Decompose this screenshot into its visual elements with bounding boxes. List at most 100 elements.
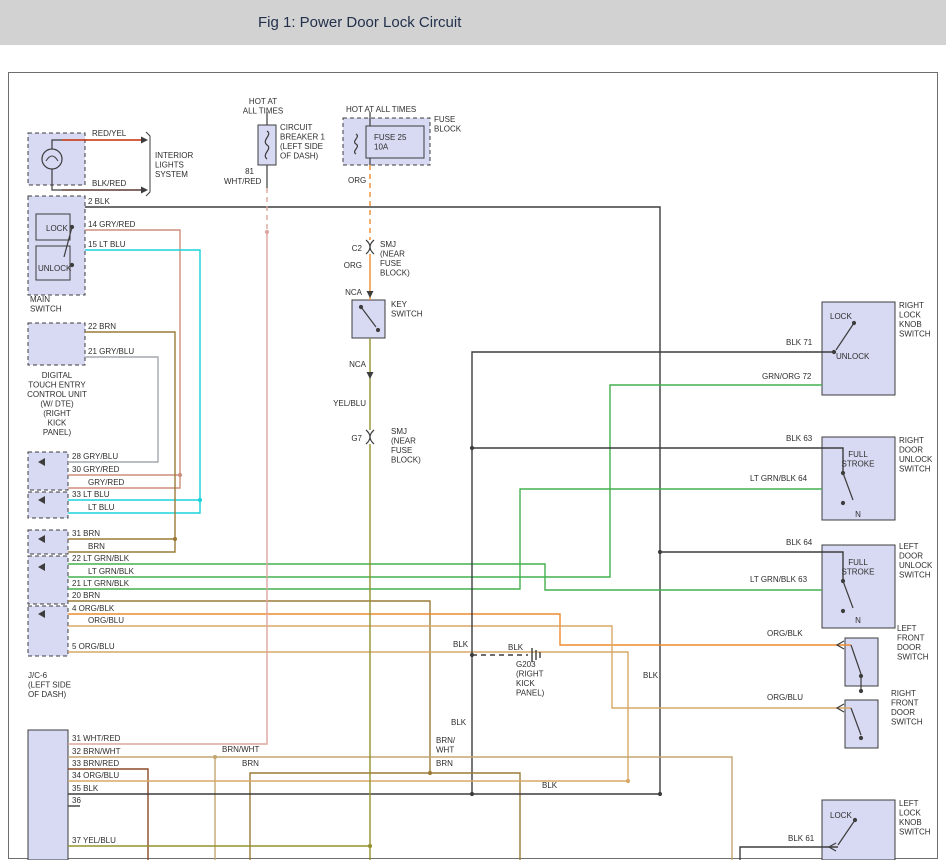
- lt-grn-blk-63-label: LT GRN/BLK 63: [750, 575, 808, 584]
- pin-org-blu: ORG/BLU: [88, 616, 124, 625]
- left-lock-knob-switch-box: [822, 800, 895, 860]
- diagram-border: [9, 73, 938, 859]
- junction-dot: [859, 689, 863, 693]
- blk-vertical-label: BLK: [451, 718, 467, 727]
- pin-brn: BRN: [88, 542, 105, 551]
- blk-ground-label-1: BLK: [453, 640, 469, 649]
- junction-dot: [213, 755, 217, 759]
- pin-35-blk: 35 BLK: [72, 784, 99, 793]
- pin-36: 36: [72, 796, 81, 805]
- junction-dot: [70, 225, 74, 229]
- brn-wht-label-2: BRN/WHT: [436, 736, 456, 755]
- brn-label-2: BRN: [436, 759, 453, 768]
- main-switch-contact-box-2: [36, 246, 70, 280]
- junction-dot: [376, 328, 380, 332]
- pin-22-lt-grn-blk: 22 LT GRN/BLK: [72, 554, 130, 563]
- blk-61-label: BLK 61: [788, 834, 815, 843]
- pin-31-wht-red: 31 WHT/RED: [72, 734, 121, 743]
- key-switch-box: [352, 300, 385, 338]
- pin-22-brn: 22 BRN: [88, 322, 116, 331]
- brn-label-1: BRN: [242, 759, 259, 768]
- jc6-box-4: [28, 556, 68, 604]
- jc6-box-3: [28, 530, 68, 554]
- pin-2-blk: 2 BLK: [88, 197, 110, 206]
- pin-32-brn-wht: 32 BRN/WHT: [72, 747, 121, 756]
- lock-label-1: LOCK: [46, 224, 68, 233]
- jc6-box-1: [28, 452, 68, 490]
- junction-dot: [428, 771, 432, 775]
- nca-label-1: NCA: [345, 288, 363, 297]
- pin-31-brn: 31 BRN: [72, 529, 100, 538]
- junction-dot: [470, 653, 474, 657]
- grn-org-72-label: GRN/ORG 72: [762, 372, 812, 381]
- dte-box: [28, 323, 85, 365]
- nca-label-2: NCA: [349, 360, 367, 369]
- junction-dot: [853, 818, 857, 822]
- blk-71-label: BLK 71: [786, 338, 813, 347]
- pin-5-org-blu: 5 ORG/BLU: [72, 642, 115, 651]
- org-label-2: ORG: [344, 261, 362, 270]
- unlock-label-1: UNLOCK: [38, 264, 72, 273]
- c2-label: C2: [352, 244, 363, 253]
- junction-dot: [832, 350, 836, 354]
- diagram-layer: HOT ATALL TIMESCIRCUITBREAKER 1(LEFT SID…: [9, 73, 938, 860]
- pin-gry-red: GRY/RED: [88, 478, 125, 487]
- junction-dot: [658, 550, 662, 554]
- junction-dot: [359, 305, 363, 309]
- pin-33-brn-red: 33 BRN/RED: [72, 759, 119, 768]
- junction-dot: [198, 498, 202, 502]
- g7-label: G7: [351, 434, 362, 443]
- figure-page: Fig 1: Power Door Lock Circuit HOT ATALL…: [0, 0, 946, 860]
- red-yel-label: RED/YEL: [92, 129, 127, 138]
- pin-37-yel-blu: 37 YEL/BLU: [72, 836, 116, 845]
- blk-ground-label-2: BLK: [508, 643, 524, 652]
- n-label-2: N: [855, 616, 861, 625]
- brn-wht-label-1: BRN/WHT: [222, 745, 259, 754]
- pin-20-brn: 20 BRN: [72, 591, 100, 600]
- blk-64-label: BLK 64: [786, 538, 813, 547]
- junction-dot: [178, 473, 182, 477]
- pin-lt-blu: LT BLU: [88, 503, 115, 512]
- lock-label-3: LOCK: [830, 811, 852, 820]
- junction-dot: [859, 674, 863, 678]
- right-front-door-switch-box: [845, 700, 878, 748]
- n-label-1: N: [855, 510, 861, 519]
- junction-dot: [852, 321, 856, 325]
- pin-15-lt-blu: 15 LT BLU: [88, 240, 126, 249]
- lock-label-2: LOCK: [830, 312, 852, 321]
- wiring-diagram: HOT ATALL TIMESCIRCUITBREAKER 1(LEFT SID…: [0, 0, 946, 860]
- junction-dot: [626, 779, 630, 783]
- junction-dot: [368, 844, 372, 848]
- wht-red-label: WHT/RED: [224, 177, 262, 186]
- pin-21-gry-blu: 21 GRY/BLU: [88, 347, 134, 356]
- unlock-label-2: UNLOCK: [836, 352, 870, 361]
- junction-dot: [841, 579, 845, 583]
- pin-81-label: 81: [245, 167, 254, 176]
- pin-34-org-blu: 34 ORG/BLU: [72, 771, 119, 780]
- org-label-1: ORG: [348, 176, 366, 185]
- pin-33-lt-blu: 33 LT BLU: [72, 490, 110, 499]
- pin-14-gry-red: 14 GRY/RED: [88, 220, 136, 229]
- bottom-left-connector-box: [28, 730, 68, 860]
- pin-lt-grn-blk: LT GRN/BLK: [88, 567, 135, 576]
- junction-dot: [658, 792, 662, 796]
- junction-dot: [265, 230, 269, 234]
- jc6-box-5: [28, 606, 68, 656]
- blk-red-label: BLK/RED: [92, 179, 126, 188]
- junction-dot: [859, 736, 863, 740]
- pin-4-org-blk: 4 ORG/BLK: [72, 604, 115, 613]
- junction-dot: [470, 446, 474, 450]
- junction-dot: [841, 501, 845, 505]
- blk-trunk-label: BLK: [643, 671, 659, 680]
- lt-grn-blk-64-label: LT GRN/BLK 64: [750, 474, 808, 483]
- pin-28-gry-blu: 28 GRY/BLU: [72, 452, 118, 461]
- junction-dot: [841, 609, 845, 613]
- junction-dot: [841, 471, 845, 475]
- pin-21-lt-grn-blk: 21 LT GRN/BLK: [72, 579, 130, 588]
- yel-blu-label: YEL/BLU: [333, 399, 366, 408]
- blk-bottom-label: BLK: [542, 781, 558, 790]
- org-blu-label: ORG/BLU: [767, 693, 803, 702]
- hot-at-all-times-2: HOT AT ALL TIMES: [346, 105, 416, 114]
- pin-30-gry-red: 30 GRY/RED: [72, 465, 120, 474]
- junction-dot: [70, 263, 74, 267]
